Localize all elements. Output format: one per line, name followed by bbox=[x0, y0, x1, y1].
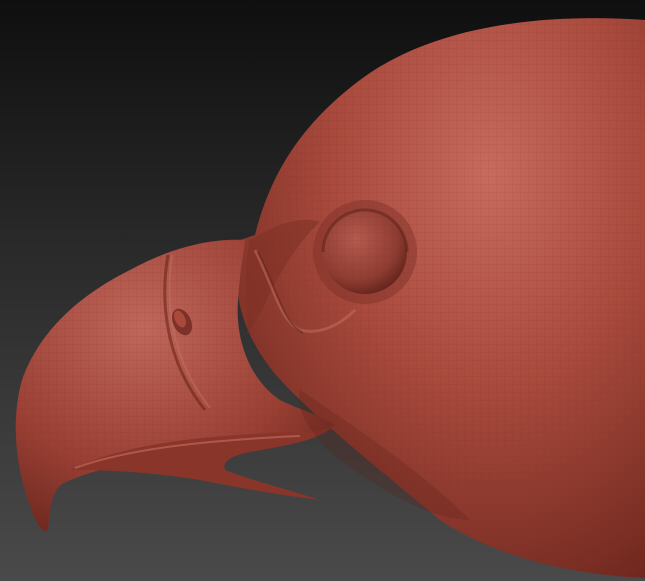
eagle-head-sculpt bbox=[15, 18, 645, 578]
sculpt-viewport[interactable] bbox=[0, 0, 645, 581]
